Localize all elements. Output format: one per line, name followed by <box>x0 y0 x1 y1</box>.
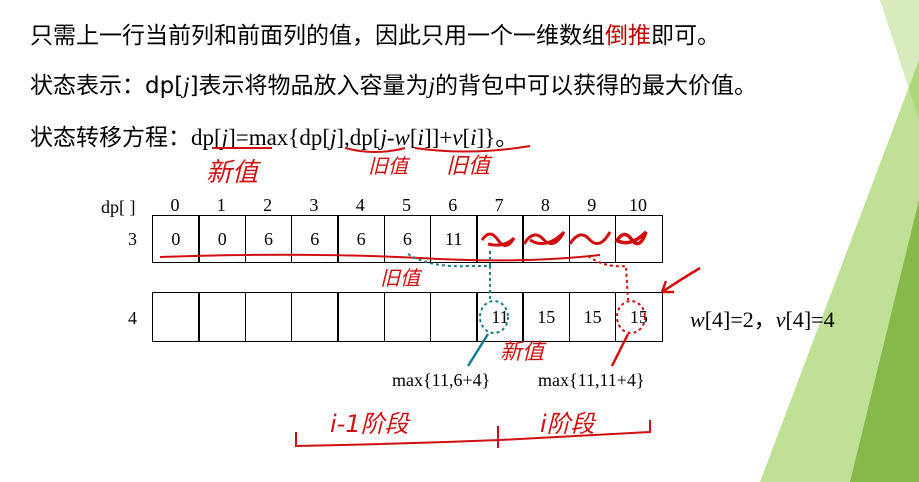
f-h: ]}。 <box>476 125 519 150</box>
red-arrow <box>661 266 701 294</box>
line1-text: 只需上一行当前列和前面列的值，因此只用一个一维数组 <box>30 23 605 49</box>
index-0: 0 <box>170 195 180 215</box>
line2-part-c: 的背包中可以获得的最大价值。 <box>434 73 757 99</box>
row4-cell-9: 15 <box>568 292 617 342</box>
line-1: 只需上一行当前列和前面列的值，因此只用一个一维数组倒推即可。 <box>30 16 720 50</box>
f-w: w <box>394 125 410 150</box>
row-4-label: 4 <box>128 308 137 328</box>
line1-highlight: 倒推 <box>605 23 651 49</box>
row4-cell-2 <box>244 292 293 342</box>
index-10: 10 <box>629 195 647 215</box>
line-2: 状态表示：dp[j]表示将物品放入容量为j的背包中可以获得的最大价值。 <box>30 66 757 100</box>
row3-cell-6: 11 <box>429 215 478 263</box>
row4-cell-10: 15 <box>615 292 663 342</box>
row4-cell-3 <box>290 292 339 342</box>
line2-part-b: ]表示将物品放入容量为 <box>189 73 429 99</box>
f-g: [ <box>462 125 471 150</box>
f-e: [ <box>409 125 418 150</box>
f-d: - <box>386 125 395 150</box>
row4-cell-0 <box>152 292 200 342</box>
f-b: ]=max{dp[ <box>228 125 330 150</box>
f-v: v <box>452 125 463 150</box>
item-w-text: [4]=2， <box>704 307 776 332</box>
index-4: 4 <box>355 195 365 215</box>
index-5: 5 <box>402 195 411 215</box>
row4-cell-4 <box>337 292 385 342</box>
index-7: 7 <box>494 195 504 215</box>
row3-cell-7 <box>476 215 524 263</box>
row-3-label: 3 <box>128 229 137 249</box>
item-v-text: [4]=4 <box>785 307 835 332</box>
row3-cell-0: 0 <box>152 215 200 263</box>
max-label-left: max{11,6+4} <box>392 370 491 390</box>
row3-cell-1: 0 <box>198 215 247 263</box>
row4-cell-1 <box>198 292 247 342</box>
row4-cell-5 <box>383 292 432 342</box>
max-label-right: max{11,11+4} <box>538 370 645 390</box>
annotation-stage-right: i阶段 <box>540 410 595 438</box>
annotation-old-value-2: 旧值 <box>446 154 491 179</box>
row3-cell-9 <box>568 215 617 263</box>
row3-cell-10 <box>615 215 663 263</box>
row4-cell-6 <box>429 292 478 342</box>
annotation-stage-left: i-1阶段 <box>330 410 409 438</box>
f-c: ],dp[ <box>336 125 381 150</box>
annotation-new-value-2: 新值 <box>500 340 545 365</box>
index-9: 9 <box>587 195 597 215</box>
red-arrow-head <box>660 280 674 294</box>
f-f: ]]+ <box>423 125 453 150</box>
annotation-new-value: 新值 <box>206 158 259 188</box>
annotation-old-value-1: 旧值 <box>368 154 408 178</box>
index-1: 1 <box>216 195 226 215</box>
dp-header-label: dp[ ] <box>101 197 136 217</box>
row3-cell-2: 6 <box>244 215 293 263</box>
line-3: 状态转移方程：dp[j]=max{dp[j],dp[j-w[i]]+v[i]}。 <box>30 118 518 152</box>
annotation-old-value-row: 旧值 <box>380 266 420 290</box>
line3-label: 状态转移方程： <box>30 125 191 151</box>
item-v: v <box>775 307 786 332</box>
index-6: 6 <box>448 195 458 215</box>
f-a: dp[ <box>191 125 222 150</box>
line1-end: 即可。 <box>651 23 720 49</box>
transition-formula: dp[j]=max{dp[j],dp[j-w[i]]+v[i]}。 <box>191 125 518 150</box>
index-3: 3 <box>309 195 319 215</box>
index-2: 2 <box>263 195 273 215</box>
row3-cell-8 <box>522 215 571 263</box>
item-info: w[4]=2，v[4]=4 <box>690 302 835 334</box>
line2-part-a: 状态表示：dp[ <box>30 73 184 99</box>
row3-cell-4: 6 <box>337 215 385 263</box>
row3-cell-3: 6 <box>290 215 339 263</box>
index-8: 8 <box>540 195 550 215</box>
item-w: w <box>690 307 705 332</box>
row3-cell-5: 6 <box>383 215 432 263</box>
